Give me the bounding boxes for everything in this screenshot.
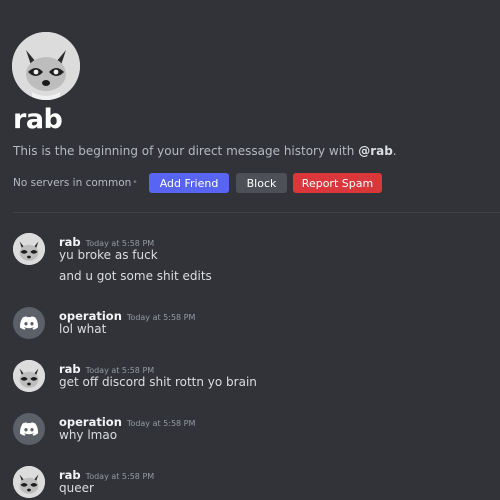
message-timestamp: Today at 5:58 PM <box>85 366 155 375</box>
author-avatar[interactable] <box>13 233 45 265</box>
discord-logo-icon <box>20 422 38 436</box>
raccoon-icon <box>13 360 45 392</box>
separator-dot: • <box>132 177 138 188</box>
message-text: yu broke as fuck <box>59 248 158 262</box>
raccoon-icon <box>13 466 45 498</box>
report-spam-button[interactable]: Report Spam <box>293 173 382 193</box>
intro-mention[interactable]: @rab <box>358 144 393 158</box>
dm-intro-text: This is the beginning of your direct mes… <box>13 144 397 158</box>
author-avatar[interactable] <box>13 413 45 445</box>
message-text: lol what <box>59 322 107 336</box>
author-avatar[interactable] <box>13 466 45 498</box>
intro-suffix: . <box>392 144 397 158</box>
author-name[interactable]: operation <box>59 415 122 429</box>
profile-username: rab <box>13 104 63 135</box>
message-timestamp: Today at 5:58 PM <box>126 419 196 428</box>
message-timestamp: Today at 5:58 PM <box>126 313 196 322</box>
author-name[interactable]: rab <box>59 235 81 249</box>
message-text: get off discord shit rottn yo brain <box>59 375 257 389</box>
block-button[interactable]: Block <box>236 173 287 193</box>
message-timestamp: Today at 5:58 PM <box>85 472 155 481</box>
author-name[interactable]: rab <box>59 362 81 376</box>
author-avatar[interactable] <box>13 307 45 339</box>
message-text: why lmao <box>59 428 118 442</box>
intro-prefix: This is the beginning of your direct mes… <box>13 144 359 158</box>
mutual-servers-text[interactable]: No servers in common <box>13 177 131 189</box>
message-text: queer <box>59 481 94 495</box>
author-avatar[interactable] <box>13 360 45 392</box>
divider <box>13 212 500 213</box>
author-name[interactable]: operation <box>59 309 122 323</box>
raccoon-icon <box>13 233 45 265</box>
message-text: and u got some shit edits <box>59 269 212 283</box>
add-friend-button[interactable]: Add Friend <box>149 173 229 193</box>
discord-logo-icon <box>20 316 38 330</box>
raccoon-icon <box>12 32 80 100</box>
profile-avatar[interactable] <box>12 32 80 100</box>
message-timestamp: Today at 5:58 PM <box>85 239 155 248</box>
author-name[interactable]: rab <box>59 468 81 482</box>
